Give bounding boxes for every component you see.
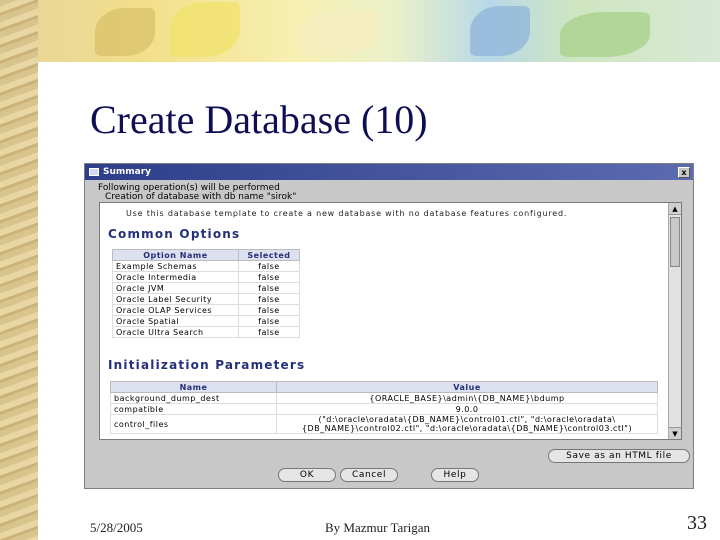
header-line-2: Creation of database with db name "sirok… bbox=[105, 192, 297, 202]
vertical-scrollbar[interactable]: ▲ ▼ bbox=[668, 203, 681, 439]
option-name-cell: Oracle Ultra Search bbox=[112, 326, 239, 338]
dialog-title: Summary bbox=[103, 167, 152, 177]
ok-button[interactable]: OK bbox=[278, 468, 336, 482]
cancel-button[interactable]: Cancel bbox=[340, 468, 398, 482]
leaf-decoration bbox=[170, 2, 240, 57]
dialog-titlebar: Summary x bbox=[85, 164, 693, 180]
help-button[interactable]: Help bbox=[431, 468, 479, 482]
table-row: Oracle Ultra Search false bbox=[112, 326, 301, 338]
param-name-cell: compatible bbox=[110, 403, 277, 415]
summary-dialog: Summary x Following operation(s) will be… bbox=[84, 163, 694, 489]
option-name-cell: Oracle Label Security bbox=[112, 293, 239, 305]
param-value-cell: ("d:\oracle\oradata\{DB_NAME}\control01.… bbox=[276, 414, 658, 434]
footer-author: By Mazmur Tarigan bbox=[325, 520, 430, 535]
leaf-decoration bbox=[95, 8, 155, 56]
column-header-name: Name bbox=[110, 381, 277, 393]
decorative-banner bbox=[0, 0, 720, 62]
leaf-decoration bbox=[300, 10, 380, 55]
save-html-button[interactable]: Save as an HTML file bbox=[548, 449, 690, 463]
template-description: Use this database template to create a n… bbox=[126, 209, 568, 218]
option-name-cell: Example Schemas bbox=[112, 260, 239, 272]
common-options-table: Option Name Selected Example Schemas fals… bbox=[112, 249, 301, 338]
scroll-down-icon[interactable]: ▼ bbox=[669, 427, 681, 439]
init-params-heading: Initialization Parameters bbox=[108, 358, 306, 372]
close-button[interactable]: x bbox=[678, 166, 690, 178]
option-name-cell: Oracle Spatial bbox=[112, 315, 239, 327]
summary-content: Use this database template to create a n… bbox=[99, 202, 682, 440]
option-name-cell: Oracle JVM bbox=[112, 282, 239, 294]
column-header-value: Value bbox=[276, 381, 658, 393]
param-name-cell: background_dump_dest bbox=[110, 392, 277, 404]
option-name-cell: Oracle OLAP Services bbox=[112, 304, 239, 316]
window-icon bbox=[89, 168, 99, 176]
table-row: Oracle Spatial false bbox=[112, 315, 301, 327]
option-value-cell: false bbox=[237, 282, 301, 294]
param-value-cell: 9.0.0 bbox=[276, 403, 658, 415]
param-value-cell: {ORACLE_BASE}\admin\{DB_NAME}\bdump bbox=[276, 392, 658, 404]
table-row: Oracle JVM false bbox=[112, 282, 301, 294]
init-params-table: Name Value background_dump_dest {ORACLE_B… bbox=[110, 381, 658, 434]
column-header-selected: Selected bbox=[237, 249, 301, 261]
leaf-decoration bbox=[560, 12, 650, 57]
table-row: Example Schemas false bbox=[112, 260, 301, 272]
option-value-cell: false bbox=[237, 271, 301, 283]
table-row: Oracle Label Security false bbox=[112, 293, 301, 305]
scroll-up-icon[interactable]: ▲ bbox=[669, 203, 681, 215]
table-row: compatible 9.0.0 bbox=[110, 403, 658, 415]
column-header-option-name: Option Name bbox=[112, 249, 239, 261]
table-row: control_files ("d:\oracle\oradata\{DB_NAM… bbox=[110, 414, 658, 434]
page-number: 33 bbox=[687, 512, 707, 534]
table-row: background_dump_dest {ORACLE_BASE}\admin\… bbox=[110, 392, 658, 404]
param-name-cell: control_files bbox=[110, 414, 277, 434]
option-value-cell: false bbox=[237, 293, 301, 305]
table-row: Oracle Intermedia false bbox=[112, 271, 301, 283]
option-value-cell: false bbox=[237, 304, 301, 316]
scrollbar-thumb[interactable] bbox=[670, 217, 680, 267]
slide-title: Create Database (10) bbox=[90, 97, 428, 142]
textured-strip bbox=[0, 0, 38, 540]
option-value-cell: false bbox=[237, 326, 301, 338]
leaf-decoration bbox=[470, 6, 530, 56]
option-value-cell: false bbox=[237, 315, 301, 327]
option-name-cell: Oracle Intermedia bbox=[112, 271, 239, 283]
option-value-cell: false bbox=[237, 260, 301, 272]
table-row: Oracle OLAP Services false bbox=[112, 304, 301, 316]
footer-date: 5/28/2005 bbox=[90, 520, 143, 535]
common-options-heading: Common Options bbox=[108, 227, 241, 241]
